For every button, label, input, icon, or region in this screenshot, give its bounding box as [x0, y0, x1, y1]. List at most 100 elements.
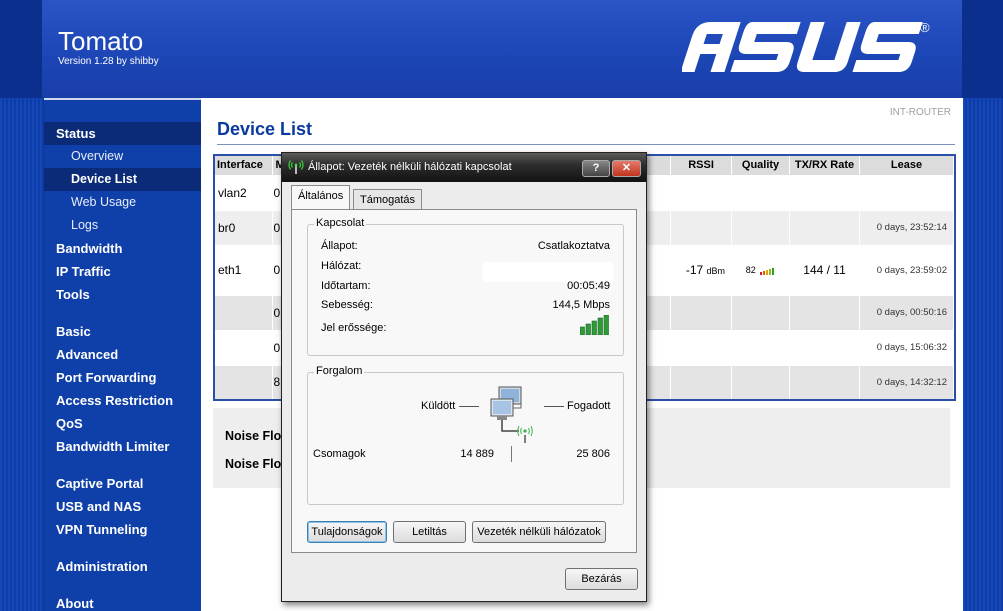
cell-lease: 0 days, 15:06:32 — [859, 329, 955, 365]
speed-value: 144,5 Mbps — [552, 299, 610, 311]
packets-label: Csomagok — [313, 448, 366, 460]
help-button[interactable]: ? — [582, 160, 610, 177]
column-header-quality[interactable]: Quality — [731, 156, 791, 175]
dialog-titlebar[interactable]: Állapot: Vezeték nélküli hálózati kapcso… — [282, 153, 646, 182]
disable-button[interactable]: Letiltás — [393, 521, 466, 543]
received-line — [544, 406, 564, 407]
network-value — [483, 262, 613, 282]
cell-rate: 144 / 11 — [789, 244, 860, 295]
sidebar-item-administration[interactable]: Administration — [44, 555, 201, 578]
quality-bars-icon — [760, 265, 775, 276]
page-edge-left — [0, 98, 43, 611]
cell-interface: br0 — [215, 209, 274, 245]
dialog-title: Állapot: Vezeték nélküli hálózati kapcso… — [308, 161, 512, 173]
rssi-unit: dBm — [706, 266, 726, 276]
cell-quality — [731, 329, 791, 365]
packets-divider — [511, 446, 512, 462]
column-header-rate[interactable]: TX/RX Rate — [789, 156, 860, 175]
sidebar-item-bandwidth-limiter[interactable]: Bandwidth Limiter — [44, 435, 201, 458]
sidebar-sub-device-list[interactable]: Device List — [44, 168, 201, 191]
column-header-interface[interactable]: Interface — [215, 156, 274, 175]
sidebar-sub-logs[interactable]: Logs — [44, 214, 201, 237]
dialog-body: Általános Támogatás Kapcsolat Állapot: C… — [289, 185, 639, 555]
header: Tomato Version 1.28 by shibby ® — [0, 0, 1003, 98]
cell-quality — [731, 294, 791, 330]
traffic-group-label: Forgalom — [314, 365, 365, 377]
cell-rssi — [670, 294, 733, 330]
connection-group-label: Kapcsolat — [314, 217, 367, 229]
quality-value: 82 — [745, 264, 756, 275]
sidebar: Status Overview Device List Web Usage Lo… — [44, 98, 201, 611]
cell-interface: vlan2 — [215, 174, 274, 210]
page-edge-right — [963, 98, 1003, 611]
cell-quality: 82 — [731, 244, 791, 295]
cell-rate — [789, 329, 860, 365]
cell-interface — [215, 364, 274, 399]
sidebar-item-bandwidth[interactable]: Bandwidth — [44, 237, 201, 260]
sidebar-item-usb-nas[interactable]: USB and NAS — [44, 495, 201, 518]
registered-mark: ® — [920, 20, 930, 35]
signal-label: Jel erőssége: — [321, 322, 387, 334]
title-divider — [217, 144, 955, 145]
cell-rate — [789, 294, 860, 330]
cell-lease — [859, 174, 955, 210]
cell-rssi — [670, 174, 733, 210]
cell-interface — [215, 329, 274, 365]
signal-strength-icon — [580, 315, 609, 335]
sidebar-item-ip-traffic[interactable]: IP Traffic — [44, 260, 201, 283]
cell-interface: eth1 — [215, 244, 274, 295]
asus-logo — [682, 22, 923, 72]
header-banner: Tomato Version 1.28 by shibby ® — [42, 0, 962, 98]
app-version: Version 1.28 by shibby — [58, 56, 159, 67]
properties-button[interactable]: Tulajdonságok — [307, 521, 387, 543]
sidebar-item-vpn-tunneling[interactable]: VPN Tunneling — [44, 518, 201, 541]
sidebar-item-port-forwarding[interactable]: Port Forwarding — [44, 366, 201, 389]
sidebar-item-access-restriction[interactable]: Access Restriction — [44, 389, 201, 412]
sidebar-sub-overview[interactable]: Overview — [44, 145, 201, 168]
sidebar-item-qos[interactable]: QoS — [44, 412, 201, 435]
tab-support[interactable]: Támogatás — [353, 189, 423, 209]
sent-label: Küldött — [421, 400, 456, 412]
cell-rssi: -17 dBm — [670, 244, 733, 295]
packets-received-value: 25 806 — [576, 448, 610, 460]
status-label: Állapot: — [321, 240, 358, 252]
sidebar-item-about[interactable]: About — [44, 592, 201, 611]
cell-rate — [789, 364, 860, 399]
tab-general[interactable]: Általános — [291, 185, 351, 209]
column-header-lease[interactable]: Lease — [859, 156, 955, 175]
page-title: Device List — [217, 119, 313, 139]
sidebar-item-advanced[interactable]: Advanced — [44, 343, 201, 366]
sidebar-item-status[interactable]: Status — [44, 122, 201, 145]
wireless-network-icon — [288, 160, 304, 174]
sidebar-sub-web-usage[interactable]: Web Usage — [44, 191, 201, 214]
column-header-rssi[interactable]: RSSI — [670, 156, 733, 175]
wireless-networks-button[interactable]: Vezeték nélküli hálózatok — [472, 521, 606, 543]
sidebar-item-captive-portal[interactable]: Captive Portal — [44, 472, 201, 495]
noise-floor-label: Noise Flo — [225, 457, 282, 471]
cell-rssi — [670, 209, 733, 245]
cell-interface — [215, 294, 274, 330]
rssi-value: -17 — [685, 263, 704, 277]
sidebar-item-tools[interactable]: Tools — [44, 283, 201, 306]
cell-lease: 0 days, 14:32:12 — [859, 364, 955, 399]
sidebar-item-basic[interactable]: Basic — [44, 320, 201, 343]
network-computers-icon — [490, 386, 533, 443]
tab-panel-general: Kapcsolat Állapot: Csatlakoztatva Hálóza… — [291, 209, 637, 553]
cell-rssi — [670, 329, 733, 365]
cell-lease: 0 days, 00:50:16 — [859, 294, 955, 330]
app-title: Tomato — [58, 26, 144, 56]
cell-rssi — [670, 364, 733, 399]
duration-label: Időtartam: — [321, 280, 371, 292]
duration-value: 00:05:49 — [567, 280, 610, 292]
close-icon[interactable]: ✕ — [612, 160, 641, 177]
connection-status-dialog: Állapot: Vezeték nélküli hálózati kapcso… — [281, 152, 647, 602]
close-button[interactable]: Bezárás — [565, 568, 638, 590]
cell-quality — [731, 209, 791, 245]
cell-lease: 0 days, 23:52:14 — [859, 209, 955, 245]
cell-quality — [731, 364, 791, 399]
noise-floor-label: Noise Flo — [225, 429, 282, 443]
